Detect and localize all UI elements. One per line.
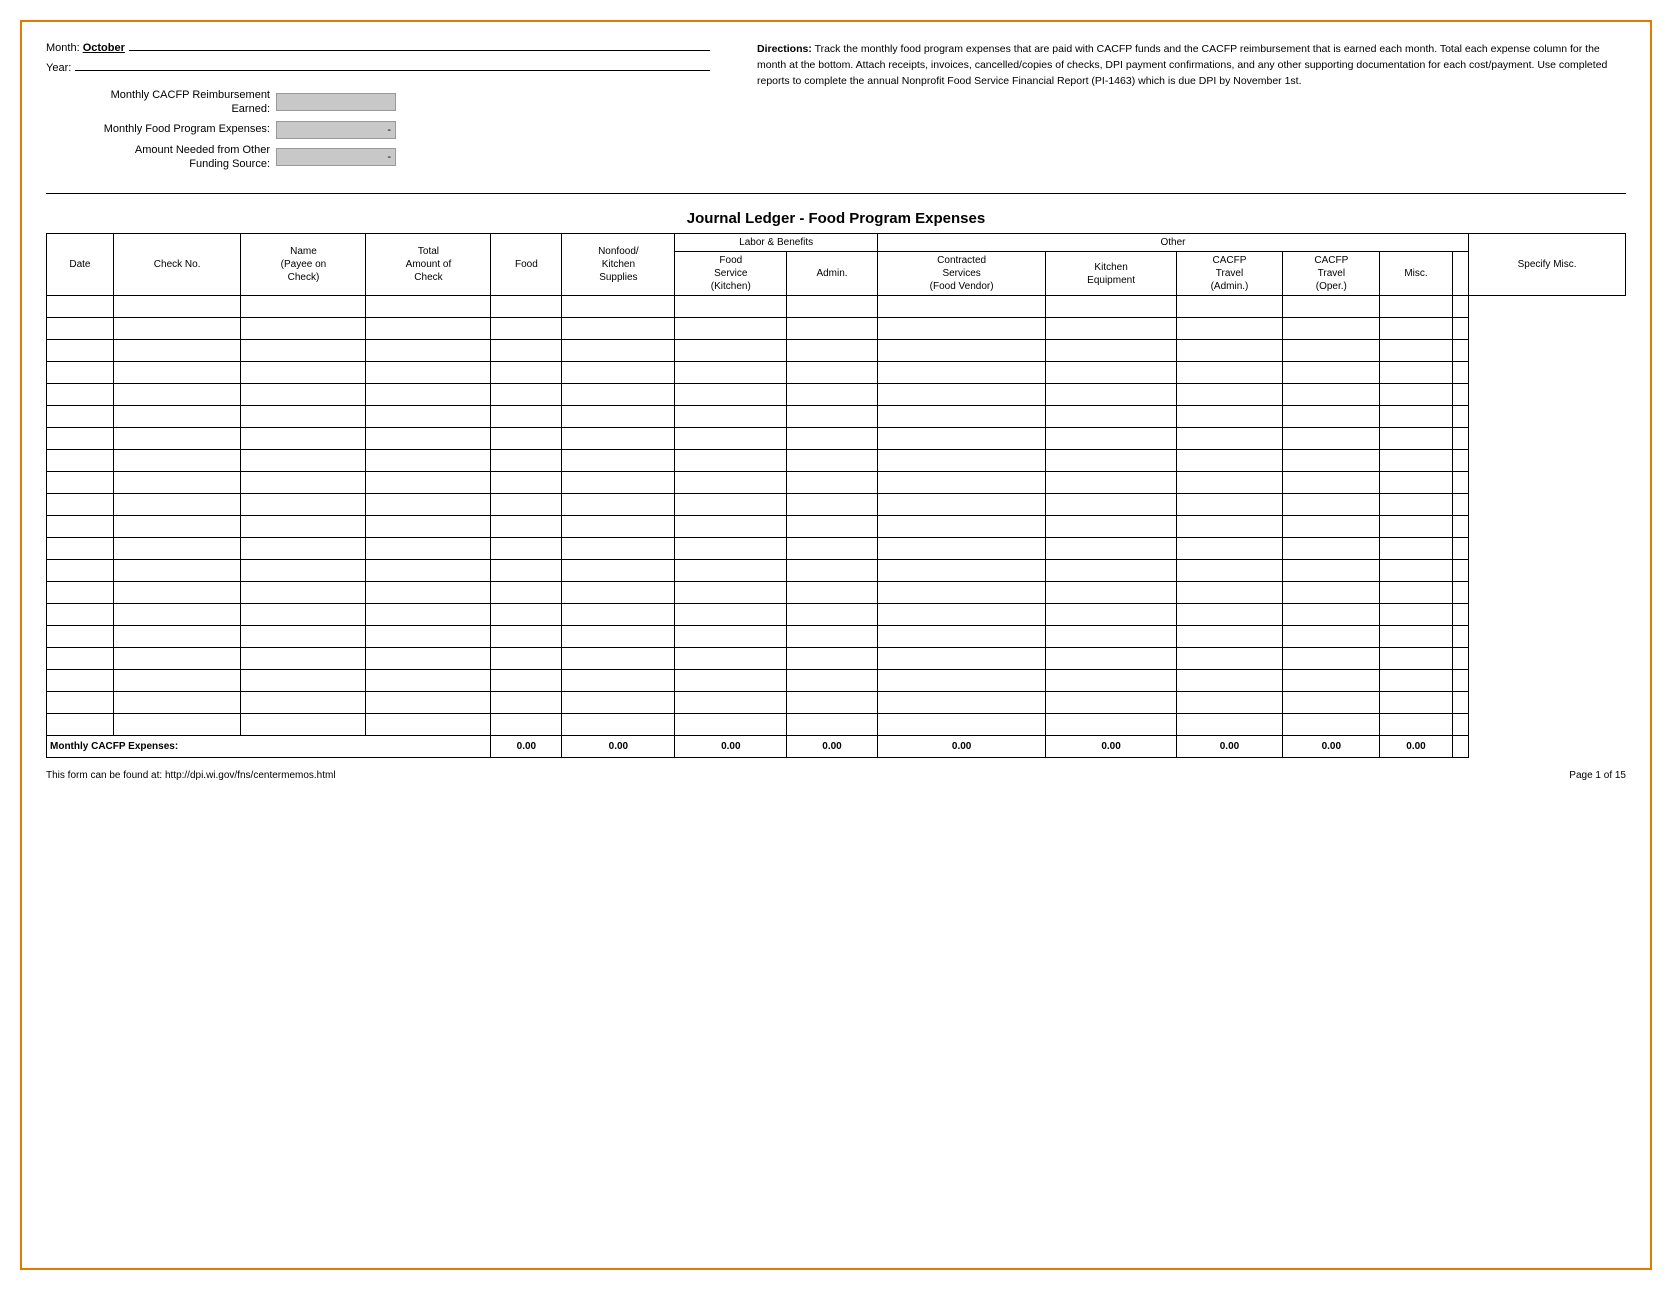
journal-section: Journal Ledger - Food Program Expenses D… — [46, 210, 1626, 758]
totals-admin: 0.00 — [787, 736, 878, 758]
section-divider — [46, 193, 1626, 194]
col-contracted: ContractedServices(Food Vendor) — [877, 252, 1046, 296]
totals-kitchen-equip: 0.00 — [1046, 736, 1176, 758]
totals-nonfood: 0.00 — [562, 736, 675, 758]
table-row — [47, 582, 1626, 604]
col-food-service: FoodService(Kitchen) — [675, 252, 787, 296]
year-row: Year: — [46, 62, 710, 74]
totals-misc: 0.00 — [1380, 736, 1452, 758]
year-line — [75, 70, 709, 71]
table-row — [47, 714, 1626, 736]
totals-row: Monthly CACFP Expenses: 0.00 0.00 0.00 0… — [47, 736, 1626, 758]
col-total-amount: TotalAmount ofCheck — [366, 234, 491, 296]
table-row — [47, 538, 1626, 560]
col-nonfood: Nonfood/KitchenSupplies — [562, 234, 675, 296]
table-row — [47, 384, 1626, 406]
table-row — [47, 318, 1626, 340]
col-other-group: Other — [877, 234, 1468, 252]
table-row — [47, 604, 1626, 626]
totals-cacfp-travel-oper: 0.00 — [1283, 736, 1380, 758]
totals-food: 0.00 — [491, 736, 562, 758]
food-program-row: Monthly Food Program Expenses: - — [46, 121, 710, 139]
totals-contracted: 0.00 — [877, 736, 1046, 758]
col-specify-misc: Specify Misc. — [1469, 234, 1626, 296]
reimbursement-label: Monthly CACFP ReimbursementEarned: — [46, 88, 276, 117]
totals-specify-misc — [1452, 736, 1469, 758]
other-funding-value: - — [276, 148, 396, 166]
month-value: October — [80, 42, 125, 54]
col-date: Date — [47, 234, 114, 296]
other-funding-label: Amount Needed from OtherFunding Source: — [46, 143, 276, 172]
col-labor-benefits-group: Labor & Benefits — [675, 234, 877, 252]
table-row — [47, 648, 1626, 670]
month-line — [129, 50, 710, 51]
table-row — [47, 296, 1626, 318]
page: Month: October Year: Monthly CACFP Reimb… — [20, 20, 1652, 1270]
col-check-no: Check No. — [113, 234, 241, 296]
reimbursement-row: Monthly CACFP ReimbursementEarned: — [46, 88, 710, 117]
top-section: Month: October Year: Monthly CACFP Reimb… — [46, 42, 1626, 175]
top-left: Month: October Year: Monthly CACFP Reimb… — [46, 42, 710, 175]
food-program-label: Monthly Food Program Expenses: — [46, 122, 276, 136]
totals-cacfp-travel-admin: 0.00 — [1176, 736, 1282, 758]
table-row — [47, 560, 1626, 582]
month-label: Month: — [46, 42, 80, 54]
directions-text: Directions: Track the monthly food progr… — [757, 43, 1607, 87]
col-cacfp-travel-admin: CACFPTravel(Admin.) — [1176, 252, 1282, 296]
totals-food-service: 0.00 — [675, 736, 787, 758]
footer-url: This form can be found at: http://dpi.wi… — [46, 770, 336, 781]
top-right: Directions: Track the monthly food progr… — [757, 42, 1626, 175]
col-admin: Admin. — [787, 252, 878, 296]
col-name: Name(Payee onCheck) — [241, 234, 366, 296]
col-kitchen-equip: KitchenEquipment — [1046, 252, 1176, 296]
table-row — [47, 406, 1626, 428]
food-program-value: - — [276, 121, 396, 139]
ledger-table: Date Check No. Name(Payee onCheck) Total… — [46, 233, 1626, 758]
table-row — [47, 472, 1626, 494]
table-row — [47, 670, 1626, 692]
footer-page: Page 1 of 15 — [1569, 770, 1626, 781]
month-row: Month: October — [46, 42, 710, 54]
table-row — [47, 340, 1626, 362]
col-cacfp-travel-oper: CACFPTravel(Oper.) — [1283, 252, 1380, 296]
form-grid: Monthly CACFP ReimbursementEarned: Month… — [46, 88, 710, 171]
page-footer: This form can be found at: http://dpi.wi… — [46, 770, 1626, 781]
table-row — [47, 450, 1626, 472]
other-funding-row: Amount Needed from OtherFunding Source: … — [46, 143, 710, 172]
table-row — [47, 428, 1626, 450]
totals-label: Monthly CACFP Expenses: — [47, 736, 491, 758]
table-row — [47, 692, 1626, 714]
reimbursement-value — [276, 93, 396, 111]
col-food: Food — [491, 234, 562, 296]
year-label: Year: — [46, 62, 71, 74]
table-row — [47, 516, 1626, 538]
table-row — [47, 494, 1626, 516]
table-row — [47, 362, 1626, 384]
table-row — [47, 626, 1626, 648]
col-misc: Misc. — [1380, 252, 1452, 296]
journal-title: Journal Ledger - Food Program Expenses — [46, 210, 1626, 227]
